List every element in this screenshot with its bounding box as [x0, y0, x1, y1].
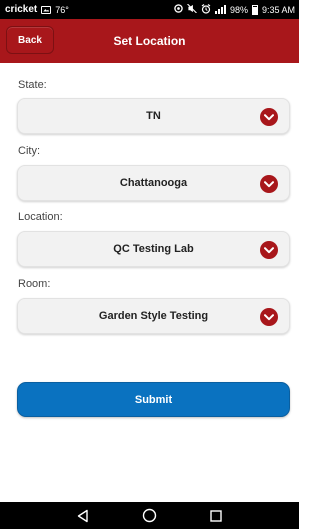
submit-button[interactable]: Submit [17, 382, 290, 417]
battery-icon [251, 4, 258, 15]
sync-icon [174, 4, 183, 15]
chevron-down-icon [260, 241, 278, 259]
chevron-down-icon [260, 108, 278, 126]
status-bar: cricket 76° 98% 9:35 AM [0, 0, 299, 19]
app-header: Back Set Location [0, 19, 299, 63]
home-circle-icon[interactable] [139, 506, 159, 526]
signal-strength-icon [214, 5, 226, 14]
mute-icon [187, 3, 197, 15]
alarm-icon [201, 3, 211, 16]
image-notification-icon [41, 5, 52, 14]
state-value: TN [146, 110, 161, 122]
android-nav-bar [0, 502, 299, 529]
back-triangle-icon[interactable] [73, 506, 93, 526]
clock: 9:35 AM [261, 4, 295, 15]
recents-square-icon[interactable] [206, 506, 226, 526]
battery-percent: 98% [229, 4, 248, 15]
carrier-name: cricket [5, 4, 38, 15]
back-button[interactable]: Back [6, 26, 54, 54]
state-select[interactable]: TN [17, 98, 290, 134]
city-label: City: [18, 145, 40, 157]
city-value: Chattanooga [119, 177, 188, 189]
room-select[interactable]: Garden Style Testing [17, 298, 290, 334]
location-label: Location: [18, 211, 63, 223]
chevron-down-icon [260, 175, 278, 193]
location-value: QC Testing Lab [113, 243, 194, 255]
temperature: 76° [55, 4, 69, 15]
room-label: Room: [18, 278, 51, 290]
location-select[interactable]: QC Testing Lab [17, 231, 290, 267]
city-select[interactable]: Chattanooga [17, 165, 290, 201]
room-value: Garden Style Testing [98, 310, 209, 322]
page-title: Set Location [113, 34, 186, 48]
chevron-down-icon [260, 308, 278, 326]
state-label: State: [18, 79, 47, 91]
